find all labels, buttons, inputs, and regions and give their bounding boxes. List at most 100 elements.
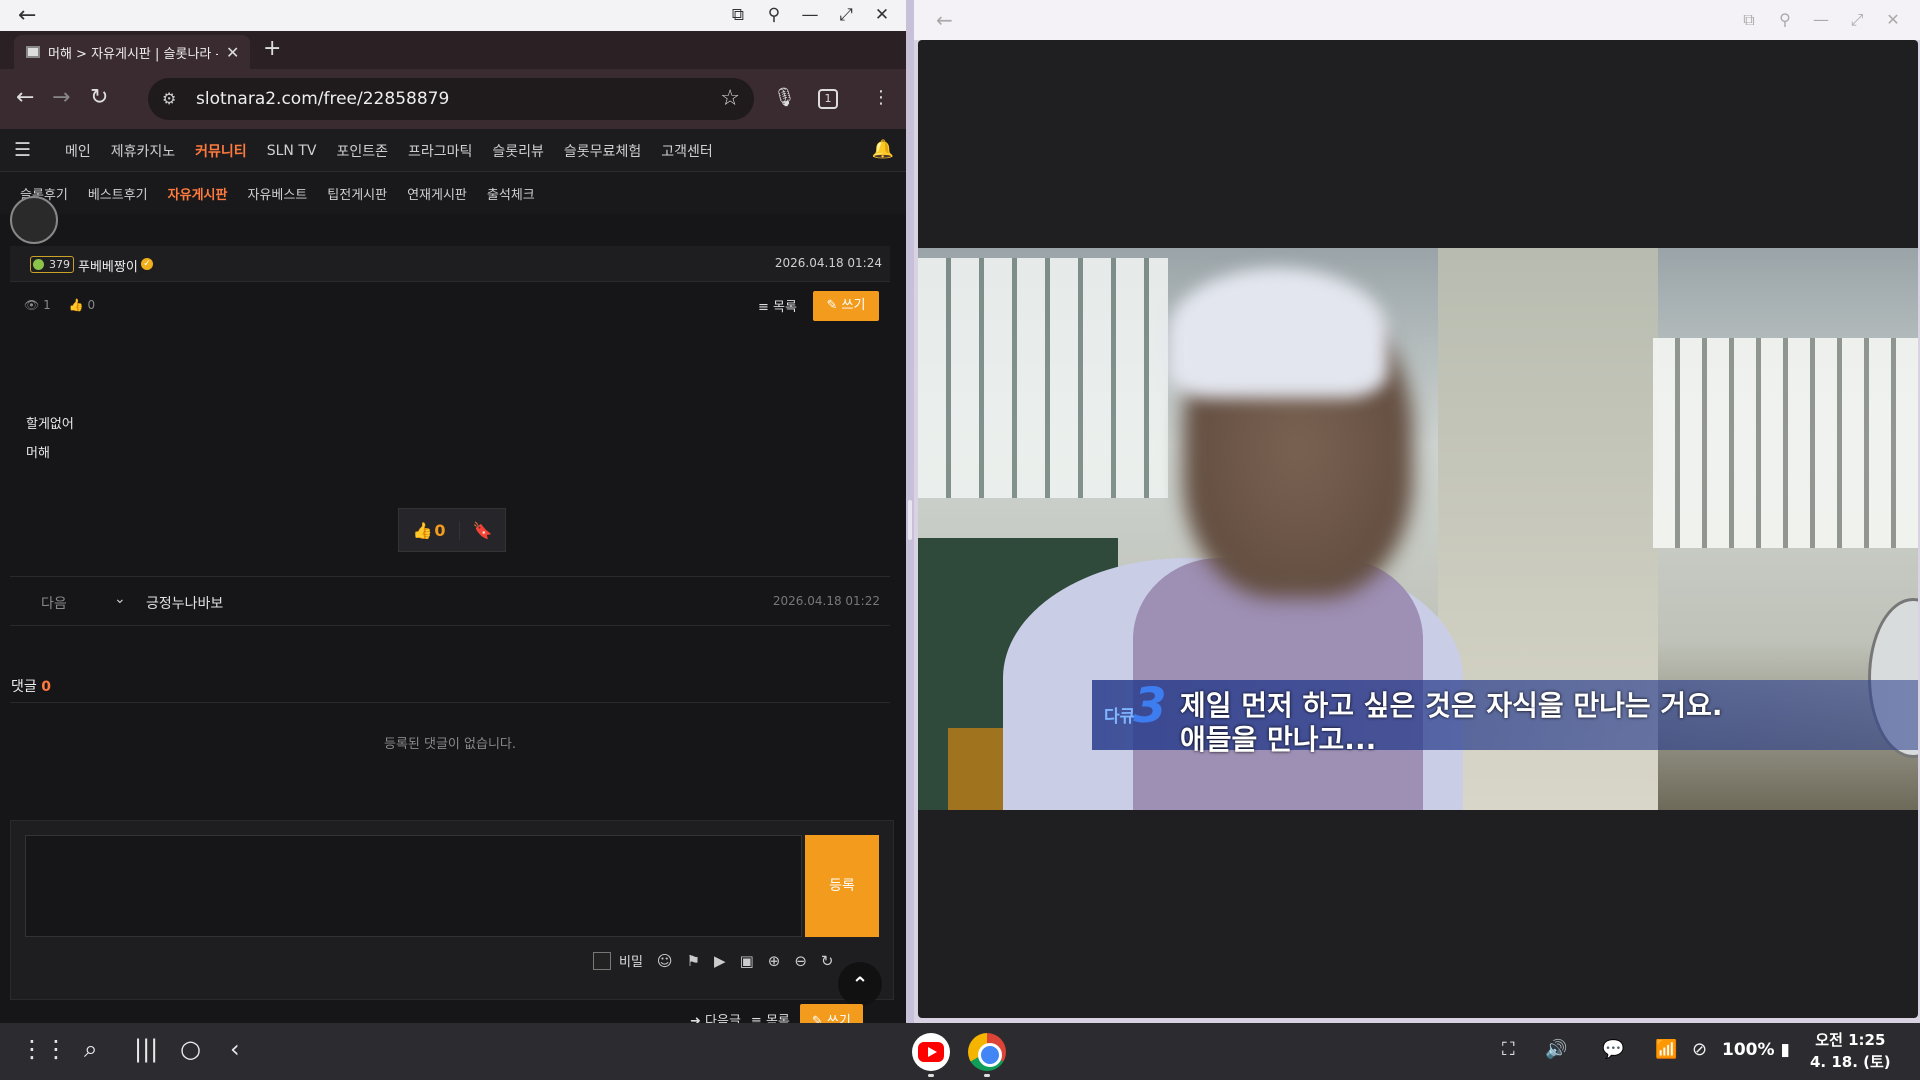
scroll-to-top-button[interactable]: ⌃	[838, 962, 882, 1006]
comment-textarea[interactable]	[25, 835, 802, 937]
sub-nav-item[interactable]: 출석체크	[487, 184, 535, 203]
sub-nav-item[interactable]: 자유베스트	[247, 184, 307, 203]
do-not-disturb-icon[interactable]: ⊘	[1692, 1039, 1707, 1060]
split-divider[interactable]	[906, 0, 914, 1023]
video-player[interactable]: 다큐3 제일 먼저 하고 싶은 것은 자식을 만나는 거요. 애들을 만나고..…	[918, 40, 1918, 1018]
microphone-icon[interactable]: 🎙	[773, 87, 796, 108]
likes-count: 0	[87, 298, 96, 312]
main-nav-item[interactable]: 커뮤니티	[195, 141, 247, 161]
main-nav-item[interactable]: 슬롯무료체험	[564, 141, 641, 161]
pin-icon[interactable]: ⚲	[764, 4, 784, 26]
back-nav-icon[interactable]: ‹	[230, 1035, 240, 1063]
video-back-icon[interactable]: ←	[936, 8, 953, 32]
recent-apps-icon[interactable]: |||	[134, 1035, 158, 1063]
sub-nav-item[interactable]: 자유게시판	[168, 184, 228, 203]
write-button[interactable]: ✎ 쓰기	[813, 291, 879, 321]
main-nav-item[interactable]: SLN TV	[267, 143, 317, 159]
hamburger-menu-icon[interactable]: ☰	[14, 139, 31, 161]
close-icon[interactable]: ✕	[1884, 10, 1902, 30]
youtube-app-icon[interactable]	[912, 1033, 950, 1071]
eye-icon: 👁	[24, 298, 40, 312]
comment-submit-button[interactable]: 등록	[805, 835, 879, 937]
next-label: 다음	[41, 596, 67, 612]
scene-window-right	[1653, 338, 1918, 548]
post-body: 할게없어 머해	[26, 410, 74, 468]
notification-icon[interactable]: 💬	[1602, 1039, 1624, 1060]
wifi-icon[interactable]: 📶	[1655, 1039, 1677, 1060]
window-controls: ⧉ ⚲ — ⤢ ✕	[728, 4, 892, 26]
pin-icon[interactable]: ⚲	[1776, 10, 1794, 30]
minimize-icon[interactable]: —	[800, 4, 820, 26]
level-badge: 379	[30, 256, 74, 273]
notification-bell-icon[interactable]: 🔔	[872, 139, 894, 160]
write-label: 쓰기	[841, 298, 866, 313]
url-text: slotnara2.com/free/22858879	[196, 89, 450, 109]
chrome-app-icon[interactable]	[968, 1033, 1006, 1071]
sub-nav-item[interactable]: 연재게시판	[407, 184, 467, 203]
image-icon[interactable]: ▣	[740, 952, 754, 970]
plus-circle-icon[interactable]: ⊕	[768, 952, 781, 970]
favicon-icon	[26, 46, 40, 58]
video-icon[interactable]: ▶	[714, 952, 726, 970]
tab-close-icon[interactable]: ✕	[226, 43, 239, 62]
sub-nav-item[interactable]: 베스트후기	[88, 184, 148, 203]
back-arrow-icon[interactable]: ←	[16, 85, 34, 110]
refresh-icon[interactable]: ↻	[821, 952, 834, 970]
minimize-icon[interactable]: —	[1812, 10, 1830, 30]
maximize-icon[interactable]: ⤢	[836, 4, 856, 26]
bookmark-star-icon[interactable]: ☆	[720, 86, 740, 111]
tab-count[interactable]: 1	[818, 89, 838, 109]
window-switch-icon[interactable]: ⧉	[1740, 10, 1758, 30]
more-menu-icon[interactable]: ⋮	[872, 87, 890, 108]
close-icon[interactable]: ✕	[872, 4, 892, 26]
forward-arrow-icon[interactable]: →	[52, 85, 70, 110]
like-button[interactable]: 👍 0	[399, 521, 459, 540]
volume-icon[interactable]: 🔊	[1545, 1039, 1567, 1060]
home-icon[interactable]: ○	[180, 1035, 201, 1063]
main-nav-item[interactable]: 포인트존	[336, 141, 388, 161]
emoji-icon[interactable]: ☺	[657, 952, 673, 970]
new-tab-icon[interactable]: +	[263, 36, 281, 61]
site-settings-icon[interactable]: ⚙	[162, 89, 176, 108]
next-post-title[interactable]: 긍정누나바보	[146, 593, 223, 613]
list-button[interactable]: ≡ 목록	[758, 296, 797, 315]
main-nav-item[interactable]: 제휴카지노	[111, 141, 175, 161]
board-sub-nav: 슬롯후기 베스트후기 자유게시판 자유베스트 팁전게시판 연재게시판 출석체크	[0, 172, 906, 214]
main-nav-item[interactable]: 고객센터	[661, 141, 713, 161]
comments-empty-text: 등록된 댓글이 없습니다.	[384, 737, 516, 752]
author-name[interactable]: 푸베베짱이	[78, 256, 138, 275]
battery-icon: ▮	[1780, 1040, 1790, 1060]
main-nav-item[interactable]: 메인	[65, 141, 91, 161]
video-frame[interactable]: 다큐3 제일 먼저 하고 싶은 것은 자식을 만나는 거요. 애들을 만나고..…	[918, 248, 1918, 810]
next-post-date: 2026.04.18 01:22	[772, 594, 880, 608]
browser-window: ← ⧉ ⚲ — ⤢ ✕ 머해 > 자유게시판 | 슬롯나라 - ✕ + ← → …	[0, 0, 906, 1023]
search-icon[interactable]: ⌕	[84, 1035, 97, 1063]
next-post-row[interactable]: 다음 ⌄ 긍정누나바보 2026.04.18 01:22	[10, 576, 890, 626]
main-nav-item[interactable]: 슬롯리뷰	[492, 141, 544, 161]
comment-form: 등록 비밀 ☺ ⚑ ▶ ▣ ⊕ ⊖ ↻	[10, 820, 894, 1000]
next-post-button[interactable]: ➜ 다음글	[690, 1010, 741, 1023]
screen-capture-icon[interactable]: ⛶	[1502, 1039, 1515, 1060]
bookmark-icon[interactable]: 🔖	[459, 520, 505, 540]
app-grid-icon[interactable]: ⋮⋮	[20, 1035, 68, 1063]
comments-label: 댓글	[11, 679, 37, 695]
post-body-line: 머해	[26, 446, 50, 461]
battery-level[interactable]: 100% ▮	[1722, 1040, 1790, 1060]
minus-circle-icon[interactable]: ⊖	[794, 952, 807, 970]
comments-list: 등록된 댓글이 없습니다.	[10, 702, 890, 788]
reload-icon[interactable]: ↻	[90, 85, 108, 110]
sub-nav-item[interactable]: 팁전게시판	[327, 184, 387, 203]
main-nav-item[interactable]: 프라그마틱	[408, 141, 472, 161]
bottom-list-button[interactable]: ≡ 목록	[751, 1010, 790, 1023]
flag-icon[interactable]: ⚑	[687, 952, 700, 970]
address-bar[interactable]: ⚙ slotnara2.com/free/22858879 ☆	[148, 78, 754, 120]
battery-percent: 100%	[1722, 1040, 1775, 1060]
clock[interactable]: 오전 1:25 4. 18. (토)	[1810, 1029, 1891, 1073]
window-switch-icon[interactable]: ⧉	[728, 4, 748, 26]
clock-time: 오전 1:25	[1815, 1031, 1886, 1049]
browser-tab[interactable]: 머해 > 자유게시판 | 슬롯나라 - ✕	[14, 35, 250, 69]
bottom-write-button[interactable]: ✎ 쓰기	[799, 1004, 863, 1023]
maximize-icon[interactable]: ⤢	[1848, 10, 1866, 30]
window-back-icon[interactable]: ←	[18, 3, 36, 28]
secret-checkbox[interactable]	[593, 951, 611, 970]
